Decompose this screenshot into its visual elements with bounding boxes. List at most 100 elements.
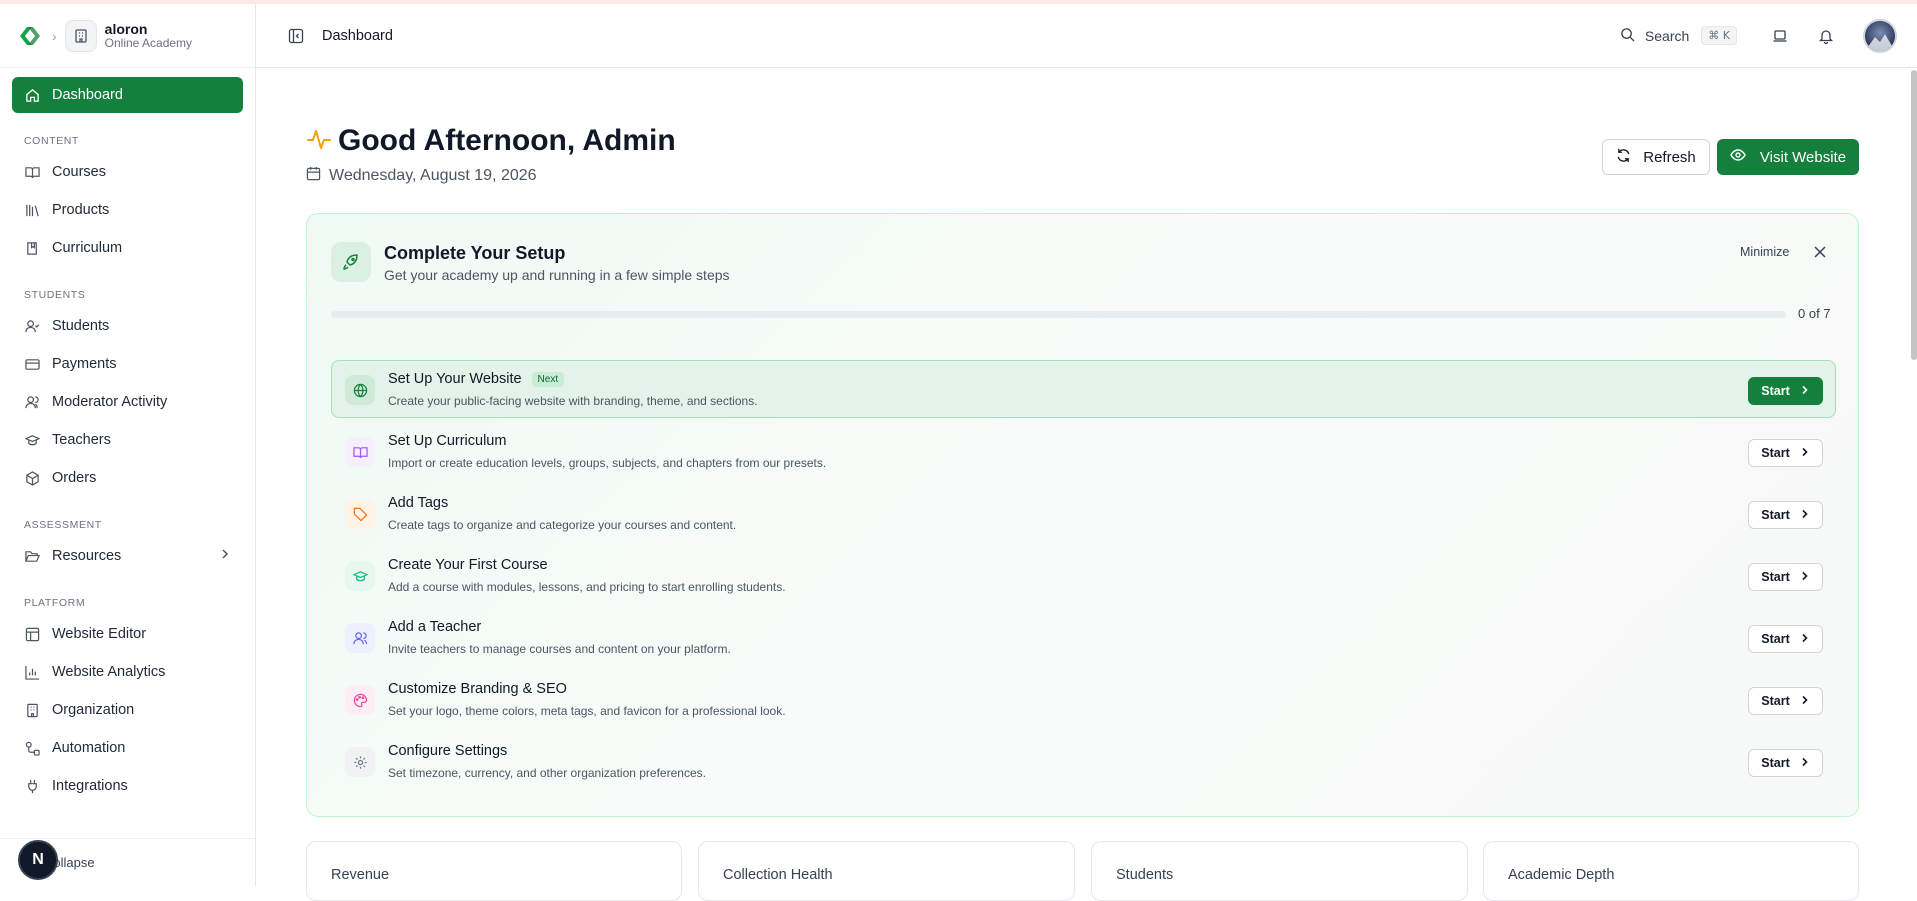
greeting-text: Good Afternoon, Admin <box>338 124 676 157</box>
setup-step[interactable]: Add a Teacher Invite teachers to manage c… <box>331 608 1836 666</box>
current-date: Wednesday, August 19, 2026 <box>329 167 537 184</box>
sidebar-toggle-icon[interactable] <box>288 28 304 44</box>
setup-step[interactable]: Add Tags Create tags to organize and cate… <box>331 484 1836 542</box>
setup-card: Complete Your Setup Get your academy up … <box>306 213 1859 817</box>
next-dev-badge[interactable]: N <box>18 840 58 880</box>
graduation-cap-icon <box>24 432 40 448</box>
chevron-right-icon <box>1800 508 1810 522</box>
main-scrollbar[interactable] <box>1911 70 1917 360</box>
start-button[interactable]: Start <box>1748 625 1823 653</box>
sidebar-item-automation[interactable]: Automation <box>12 729 243 767</box>
search-button[interactable]: Search ⌘ K <box>1620 26 1737 45</box>
tag-icon <box>345 499 375 529</box>
org-switcher[interactable]: aloron Online Academy <box>105 21 192 51</box>
start-button[interactable]: Start <box>1748 439 1823 467</box>
bell-icon[interactable] <box>1817 27 1835 45</box>
brand-header[interactable]: › aloron Online Academy <box>0 4 255 68</box>
minimize-button[interactable]: Minimize <box>1740 245 1789 259</box>
start-button[interactable]: Start <box>1748 377 1823 405</box>
sidebar-item-integrations[interactable]: Integrations <box>12 767 243 805</box>
sidebar-item-products[interactable]: Products <box>12 191 243 229</box>
sidebar-item-courses[interactable]: Courses <box>12 153 243 191</box>
users-icon <box>345 623 375 653</box>
sidebar-item-label: Products <box>52 202 110 218</box>
search-icon <box>1620 27 1635 45</box>
page-title: Dashboard <box>322 27 393 44</box>
stat-card-collection-health[interactable]: Collection Health <box>698 841 1075 901</box>
building-icon[interactable] <box>64 19 97 52</box>
setup-step-description: Set your logo, theme colors, meta tags, … <box>388 704 786 718</box>
start-label: Start <box>1761 570 1790 584</box>
chevron-right-icon <box>1800 756 1810 770</box>
setup-step[interactable]: Customize Branding & SEO Set your logo, t… <box>331 670 1836 728</box>
sidebar-nav: Dashboard CONTENT Courses Products Curri… <box>0 77 255 805</box>
setup-step-title-row: Add Tags <box>388 495 448 511</box>
start-label: Start <box>1761 508 1790 522</box>
visit-website-button[interactable]: Visit Website <box>1717 139 1859 175</box>
setup-step-title-row: Customize Branding & SEO <box>388 681 567 697</box>
close-icon[interactable] <box>1813 245 1829 261</box>
chevron-right-icon <box>1800 632 1810 646</box>
sidebar-item-label: Courses <box>52 164 106 180</box>
start-label: Start <box>1761 446 1790 460</box>
setup-step[interactable]: Set Up Your Website Next Create your publi… <box>331 360 1836 418</box>
package-icon <box>24 470 40 486</box>
setup-step-title: Add Tags <box>388 495 449 511</box>
sidebar-item-moderator-activity[interactable]: Moderator Activity <box>12 383 243 421</box>
setup-step[interactable]: Create Your First Course Add a course wit… <box>331 546 1836 604</box>
sidebar-item-label: Payments <box>52 356 117 372</box>
start-label: Start <box>1761 756 1790 770</box>
folder-open-icon <box>24 548 40 564</box>
sidebar-item-payments[interactable]: Payments <box>12 345 243 383</box>
start-button[interactable]: Start <box>1748 563 1823 591</box>
laptop-icon[interactable] <box>1771 27 1789 45</box>
sidebar-item-website-editor[interactable]: Website Editor <box>12 615 243 653</box>
org-subtitle: Online Academy <box>104 35 193 50</box>
start-button[interactable]: Start <box>1748 687 1823 715</box>
greeting-heading: Good Afternoon, Admin <box>306 124 676 158</box>
sidebar-item-curriculum[interactable]: Curriculum <box>12 229 243 267</box>
sidebar-item-website-analytics[interactable]: Website Analytics <box>12 653 243 691</box>
sidebar-item-orders[interactable]: Orders <box>12 459 243 497</box>
setup-step-title: Create Your First Course <box>388 557 548 573</box>
setup-step-title-row: Set Up Curriculum <box>388 433 506 449</box>
refresh-button[interactable]: Refresh <box>1602 139 1710 175</box>
stat-card-students[interactable]: Students <box>1091 841 1468 901</box>
header-actions: Search ⌘ K <box>1620 18 1917 53</box>
stat-card-academic-depth[interactable]: Academic Depth <box>1483 841 1859 901</box>
chevron-right-icon[interactable] <box>219 548 231 564</box>
chevron-right-icon <box>1800 384 1810 398</box>
sidebar-item-resources[interactable]: Resources <box>12 537 243 575</box>
sidebar-item-label: Curriculum <box>52 240 123 256</box>
setup-step-description: Create tags to organize and categorize y… <box>388 518 737 532</box>
setup-step-title: Configure Settings <box>388 743 508 759</box>
sidebar-item-dashboard[interactable]: Dashboard <box>12 77 243 113</box>
start-button[interactable]: Start <box>1748 749 1823 777</box>
start-button[interactable]: Start <box>1748 501 1823 529</box>
setup-step-description: Import or create education levels, group… <box>388 456 827 470</box>
sidebar-item-students[interactable]: Students <box>12 307 243 345</box>
stat-card-label: Revenue <box>331 867 390 883</box>
plug-icon <box>24 778 40 794</box>
setup-step-title: Customize Branding & SEO <box>388 681 567 697</box>
brand-logo-icon[interactable] <box>16 22 44 50</box>
setup-step[interactable]: Set Up Curriculum Import or create educat… <box>331 422 1836 480</box>
calendar-icon <box>306 166 321 186</box>
setup-step-description: Invite teachers to manage courses and co… <box>388 642 731 656</box>
setup-step-title: Set Up Your Website <box>388 371 522 387</box>
avatar[interactable] <box>1863 18 1897 53</box>
sidebar-item-teachers[interactable]: Teachers <box>12 421 243 459</box>
section-label-assessment: ASSESSMENT <box>24 519 102 531</box>
setup-step-description: Create your public-facing website with b… <box>388 394 758 408</box>
activity-icon <box>306 126 332 157</box>
setup-step[interactable]: Configure Settings Set timezone, currency… <box>331 732 1836 790</box>
sidebar-item-organization[interactable]: Organization <box>12 691 243 729</box>
setup-step-title: Add a Teacher <box>388 619 482 635</box>
credit-card-icon <box>24 356 40 372</box>
start-label: Start <box>1761 384 1790 398</box>
stat-card-revenue[interactable]: Revenue <box>306 841 682 901</box>
visit-website-label: Visit Website <box>1759 148 1847 166</box>
building-icon <box>24 702 40 718</box>
sidebar-item-label: Orders <box>52 470 97 486</box>
section-label-platform: PLATFORM <box>24 597 86 609</box>
